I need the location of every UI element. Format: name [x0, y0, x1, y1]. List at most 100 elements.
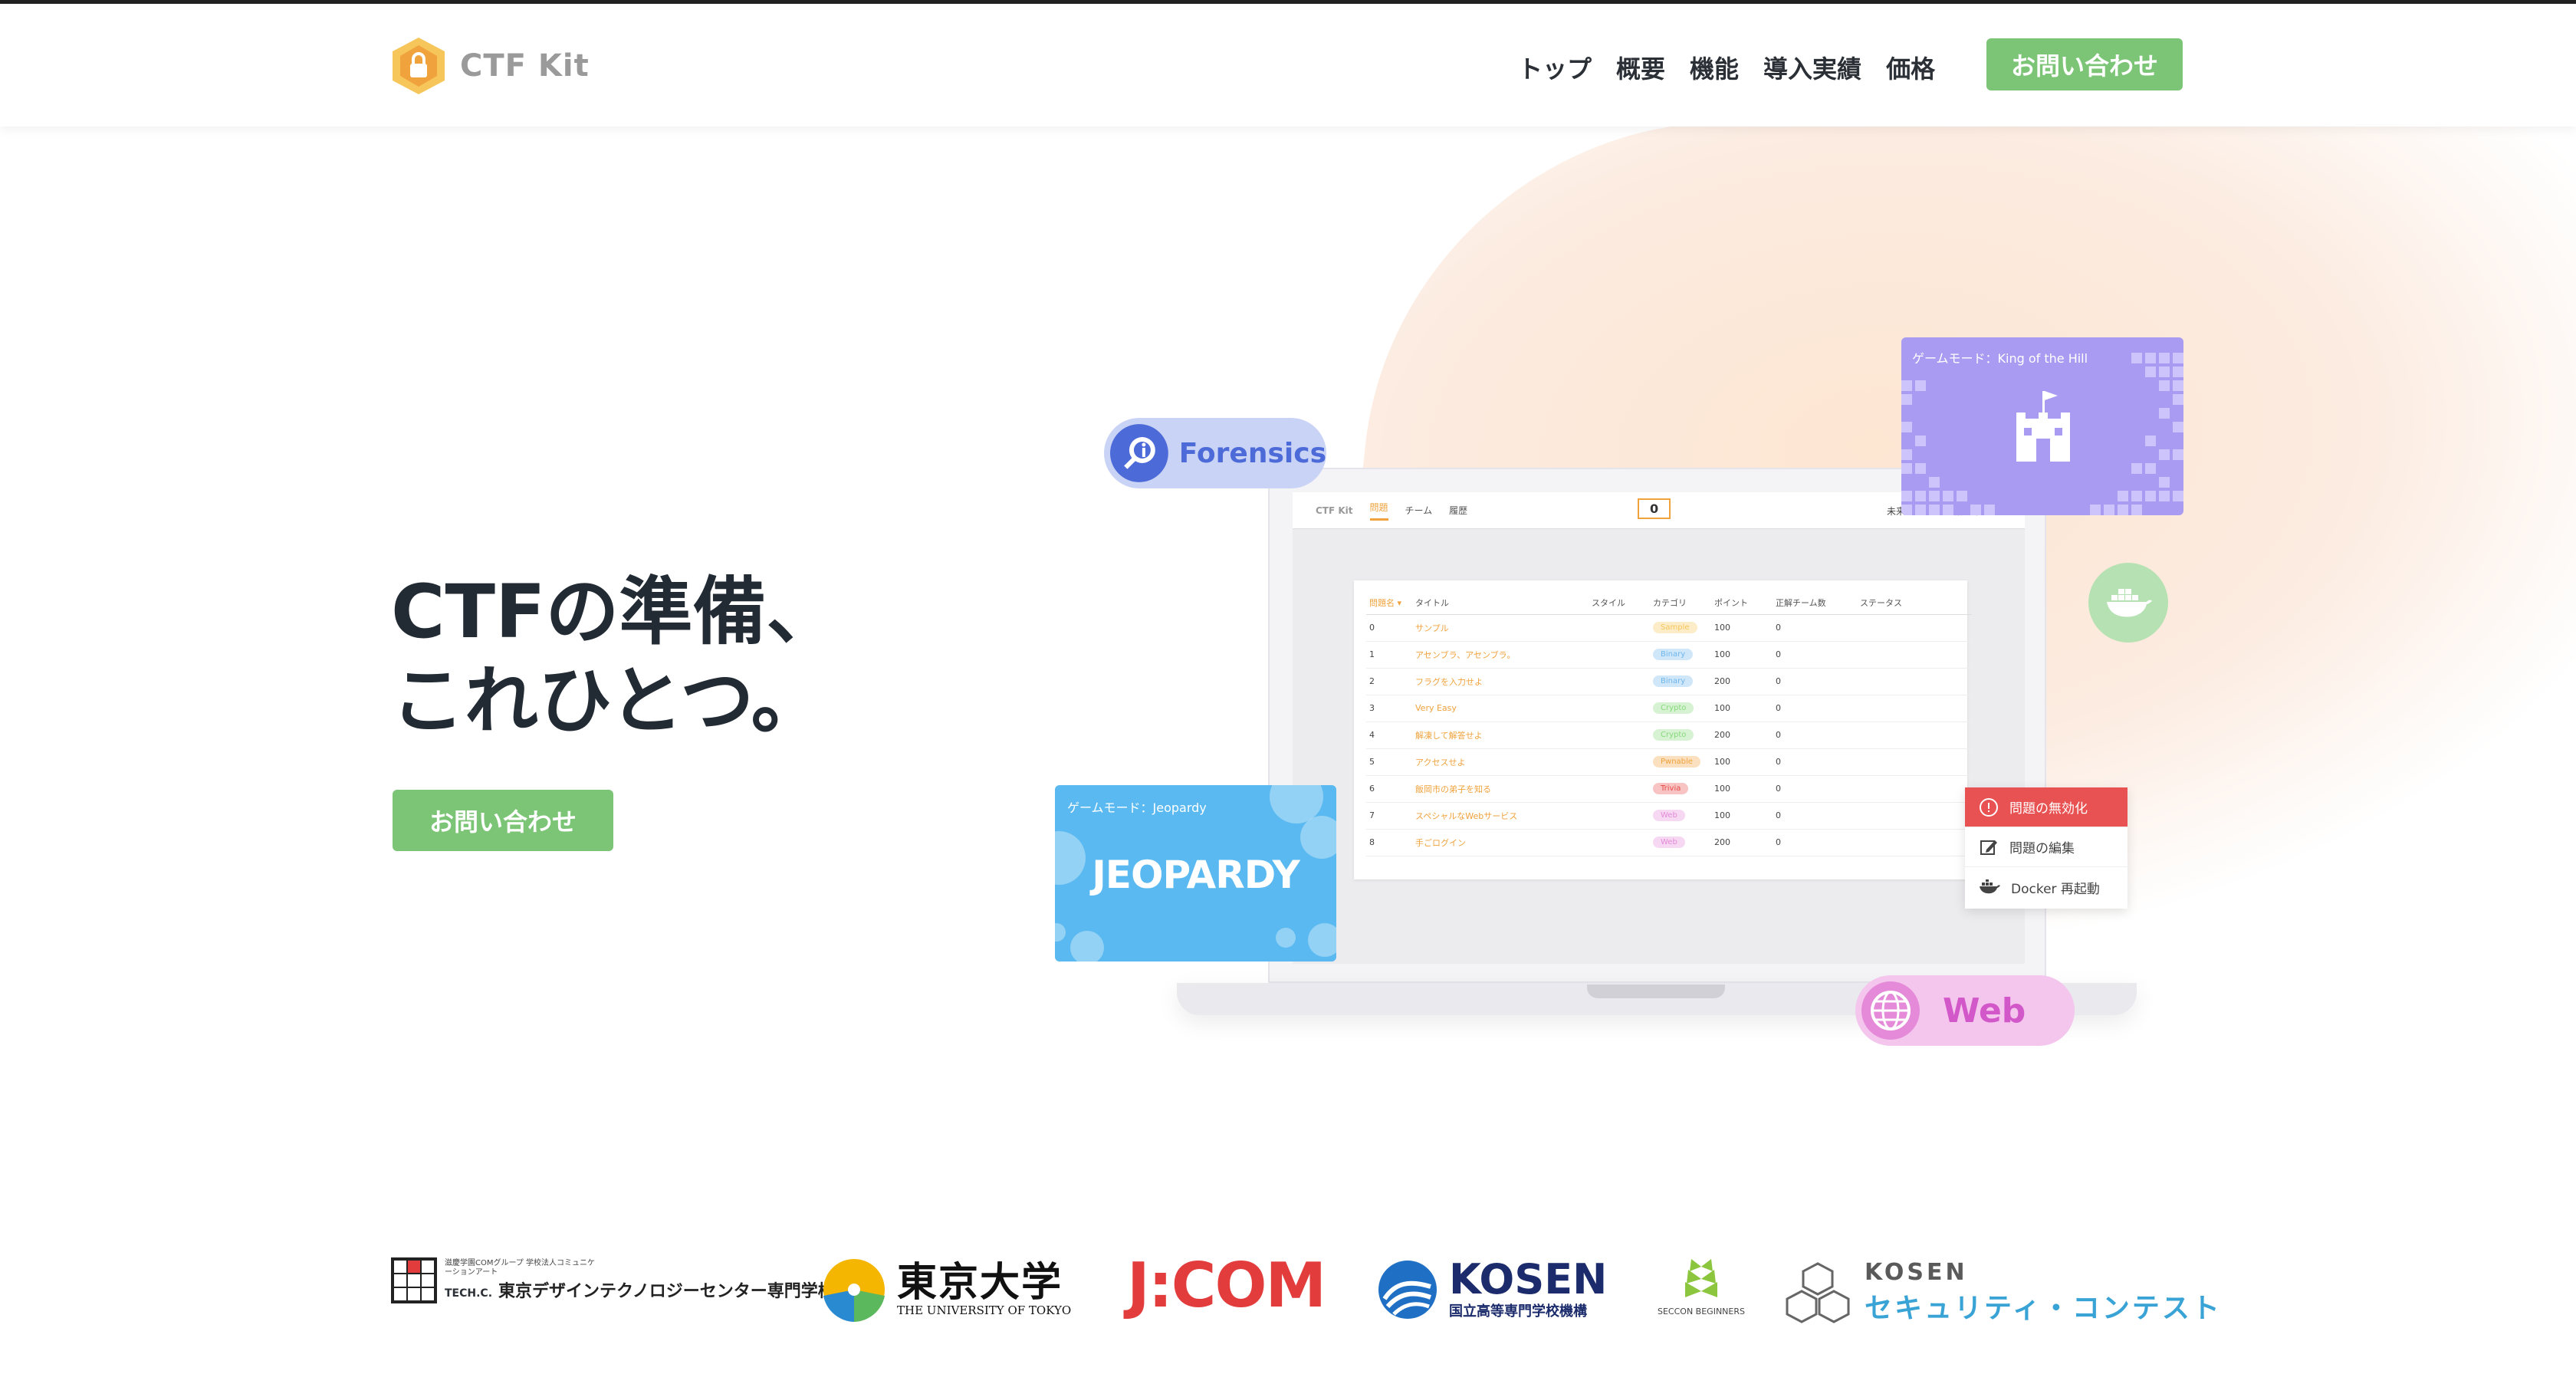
table-row[interactable]: 6 飯岡市の弟子を知る Trivia 100 0: [1366, 775, 1972, 803]
site-logo[interactable]: CTF Kit: [391, 36, 590, 96]
table-row[interactable]: 3 Very Easy Crypto 100 0: [1366, 695, 1972, 722]
row-id: 0: [1366, 614, 1412, 642]
row-title[interactable]: 手ごログイン: [1412, 829, 1589, 856]
row-status: [1857, 641, 1972, 669]
row-category: Pwnable: [1650, 748, 1711, 776]
web-tag: Web: [1855, 975, 2075, 1046]
row-id: 5: [1366, 748, 1412, 776]
logo-univ-tokyo: 東京大学 THE UNIVERSITY OF TOKYO: [822, 1257, 1071, 1322]
menu-edit-problem[interactable]: 問題の編集: [1965, 827, 2128, 867]
row-title[interactable]: アクセスせよ: [1412, 748, 1589, 776]
docker-icon: [2088, 563, 2168, 643]
table-row[interactable]: 8 手ごログイン Web 200 0: [1366, 829, 1972, 856]
table-row[interactable]: 1 アセンブラ、アセンブラ。 Binary 100 0: [1366, 641, 1972, 669]
problems-table: 問題名 ▾ タイトル スタイル カテゴリ ポイント 正解チーム数 ステータス 0…: [1366, 591, 1972, 856]
todai-name: 東京大学: [897, 1259, 1063, 1306]
magnifier-icon: [1109, 424, 1168, 482]
tab-problems[interactable]: 問題: [1369, 501, 1388, 521]
menu-docker-label: Docker 再起動: [2011, 881, 2100, 897]
category-badge: Web: [1653, 837, 1685, 848]
nav-overview[interactable]: 概要: [1616, 50, 1665, 85]
row-solved: 0: [1773, 695, 1857, 722]
kosen-wave-icon: [1378, 1261, 1437, 1319]
category-badge: Trivia: [1653, 783, 1689, 794]
table-row[interactable]: 4 解凍して解答せよ Crypto 200 0: [1366, 722, 1972, 749]
row-points: 200: [1711, 722, 1773, 749]
row-id: 8: [1366, 829, 1412, 856]
category-badge: Crypto: [1653, 729, 1694, 741]
edit-icon: [1980, 840, 1997, 855]
logo-kosen-security-contest: KOSEN セキュリティ・コンテスト: [1785, 1259, 2222, 1326]
tab-teams[interactable]: チーム: [1405, 504, 1433, 517]
row-id: 3: [1366, 695, 1412, 722]
col-style: スタイル: [1589, 591, 1650, 615]
laptop-notch: [1587, 984, 1725, 998]
header-contact-button[interactable]: お問い合わせ: [1986, 38, 2183, 90]
row-category: Trivia: [1650, 775, 1711, 803]
table-row[interactable]: 0 サンプル Sample 100 0: [1366, 614, 1972, 642]
bubble-decoration: [1308, 923, 1336, 957]
row-points: 100: [1711, 775, 1773, 803]
row-points: 100: [1711, 802, 1773, 830]
row-solved: 0: [1773, 641, 1857, 669]
col-id[interactable]: 問題名 ▾: [1366, 591, 1412, 615]
row-title[interactable]: スペシャルなWebサービス: [1412, 802, 1589, 830]
table-row[interactable]: 2 フラグを入力せよ Binary 200 0: [1366, 668, 1972, 695]
row-category: Binary: [1650, 641, 1711, 669]
hero-contact-button[interactable]: お問い合わせ: [393, 790, 613, 851]
row-solved: 0: [1773, 722, 1857, 749]
castle-icon: [2016, 391, 2070, 462]
koth-card-label: ゲームモード：King of the Hill: [1912, 351, 2088, 366]
web-tag-label: Web: [1943, 991, 2026, 1030]
cubes-icon: [1786, 1261, 1850, 1323]
row-id: 4: [1366, 722, 1412, 749]
seccon-leaf-icon: [1684, 1259, 1717, 1297]
row-points: 200: [1711, 829, 1773, 856]
bubble-decoration: [1055, 923, 1066, 942]
row-status: [1857, 614, 1972, 642]
row-title[interactable]: フラグを入力せよ: [1412, 668, 1589, 695]
row-title[interactable]: アセンブラ、アセンブラ。: [1412, 641, 1589, 669]
lock-hexagon-icon: [393, 38, 445, 94]
table-row[interactable]: 5 アクセスせよ Pwnable 100 0: [1366, 748, 1972, 776]
row-title[interactable]: サンプル: [1412, 614, 1589, 642]
jeopardy-wordmark: JEOPARDY: [1092, 853, 1300, 897]
row-category: Binary: [1650, 668, 1711, 695]
forensics-tag: Forensics: [1104, 418, 1326, 488]
row-points: 100: [1711, 695, 1773, 722]
app-logo: CTF Kit: [1316, 505, 1353, 516]
row-category: Web: [1650, 829, 1711, 856]
row-solved: 0: [1773, 829, 1857, 856]
row-style: [1589, 668, 1650, 695]
row-solved: 0: [1773, 614, 1857, 642]
menu-edit-label: 問題の編集: [2009, 841, 2075, 856]
row-title[interactable]: 飯岡市の弟子を知る: [1412, 775, 1589, 803]
table-row[interactable]: 7 スペシャルなWebサービス Web 100 0: [1366, 802, 1972, 830]
col-category: カテゴリ: [1650, 591, 1711, 615]
score-display: 0: [1638, 498, 1671, 519]
nav-case-studies[interactable]: 導入実績: [1763, 50, 1861, 85]
nav-pricing[interactable]: 価格: [1886, 50, 1935, 85]
row-status: [1857, 748, 1972, 776]
logo-seccon-beginners: SECCON BEGINNERS: [1658, 1259, 1745, 1316]
menu-restart-docker[interactable]: Docker 再起動: [1965, 867, 2128, 907]
nav-features[interactable]: 機能: [1690, 50, 1739, 85]
row-title[interactable]: Very Easy: [1412, 695, 1589, 722]
row-title[interactable]: 解凍して解答せよ: [1412, 722, 1589, 749]
row-points: 100: [1711, 748, 1773, 776]
kosen-sub: 国立高等専門学校機構: [1449, 1303, 1587, 1320]
row-category: Crypto: [1650, 695, 1711, 722]
kcontest-name: KOSEN: [1865, 1259, 1968, 1286]
col-title: タイトル: [1412, 591, 1589, 615]
partner-logos: 滋慶学園COMグループ 学校法人コミュニケーションアート TECH.C. 東京デ…: [0, 1242, 2576, 1334]
hero-title: CTFの準備、 これひとつ。: [391, 567, 840, 745]
table-header-row: 問題名 ▾ タイトル スタイル カテゴリ ポイント 正解チーム数 ステータス: [1366, 591, 1972, 615]
row-status: [1857, 722, 1972, 749]
jeopardy-mode-card: ゲームモード：Jeopardy JEOPARDY: [1055, 785, 1336, 961]
nav-top[interactable]: トップ: [1518, 50, 1592, 85]
tab-history[interactable]: 履歴: [1449, 504, 1467, 517]
col-points: ポイント: [1711, 591, 1773, 615]
menu-disable-problem[interactable]: 問題の無効化: [1965, 787, 2128, 827]
row-id: 1: [1366, 641, 1412, 669]
seccon-sub: SECCON BEGINNERS: [1658, 1307, 1745, 1316]
